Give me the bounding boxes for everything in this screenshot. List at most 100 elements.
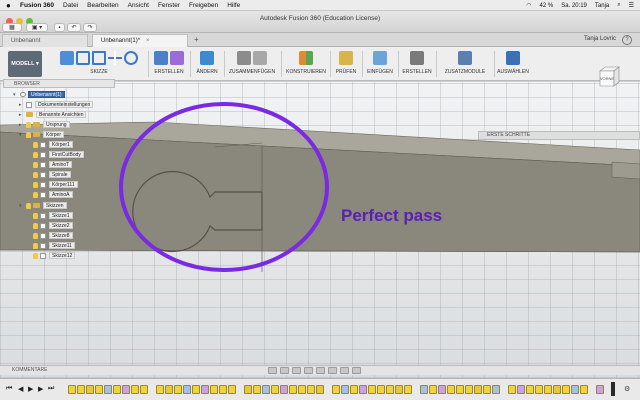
timeline-feature-icon[interactable]	[553, 385, 561, 394]
battery-level[interactable]: 42 %	[540, 3, 554, 9]
collapse-arrow-icon[interactable]: ▾	[13, 92, 18, 98]
timeline-feature-icon[interactable]	[456, 385, 464, 394]
getting-started-panel[interactable]: ERSTE SCHRITTE	[478, 131, 640, 140]
timeline-feature-icon[interactable]	[262, 385, 270, 394]
timeline-feature-icon[interactable]	[183, 385, 191, 394]
press-pull-icon[interactable]	[200, 51, 214, 65]
timeline-feature-icon[interactable]	[420, 385, 428, 394]
timeline-feature-icon[interactable]	[201, 385, 209, 394]
zoom-icon[interactable]	[304, 367, 313, 374]
timeline-end-icon[interactable]: ⏭	[48, 385, 54, 393]
ribbon-group-select[interactable]: AUSWÄHLEN	[496, 49, 530, 79]
spotlight-icon[interactable]: ⌕	[617, 2, 620, 9]
timeline-feature-icon[interactable]	[580, 385, 588, 394]
lightbulb-icon[interactable]	[33, 212, 38, 219]
timeline-feature-icon[interactable]	[508, 385, 516, 394]
viewports-icon[interactable]	[352, 367, 361, 374]
menu-hilfe[interactable]: Hilfe	[227, 2, 240, 9]
timeline-play-icon[interactable]: ▶	[28, 385, 33, 393]
undo-icon[interactable]: ↶	[67, 23, 81, 32]
menu-bearbeiten[interactable]: Bearbeiten	[87, 2, 118, 9]
menu-ansicht[interactable]: Ansicht	[128, 2, 149, 9]
timeline-feature-icon[interactable]	[104, 385, 112, 394]
timeline-feature-icon[interactable]	[341, 385, 349, 394]
timeline-feature-icon[interactable]	[596, 385, 604, 394]
expand-arrow-icon[interactable]: ▸	[19, 102, 24, 108]
timeline-feature-icon[interactable]	[253, 385, 261, 394]
lightbulb-icon[interactable]	[33, 191, 38, 198]
measure-icon[interactable]	[339, 51, 353, 65]
timeline-feature-icon[interactable]	[492, 385, 500, 394]
body-step[interactable]	[611, 161, 640, 180]
tree-item-sketch[interactable]: Skizze12	[33, 251, 76, 260]
timeline-feature-icon[interactable]	[429, 385, 437, 394]
lightbulb-icon[interactable]	[33, 252, 38, 259]
timeline-feature-icon[interactable]	[192, 385, 200, 394]
lightbulb-icon[interactable]	[26, 202, 31, 209]
timeline-feature-icon[interactable]	[77, 385, 85, 394]
timeline-back-icon[interactable]: ◀	[18, 385, 23, 393]
timeline-feature-icon[interactable]	[544, 385, 552, 394]
redo-icon[interactable]: ↷	[83, 23, 97, 32]
clock[interactable]: Sa. 20:19	[561, 3, 587, 9]
timeline-feature-icon[interactable]	[280, 385, 288, 394]
tree-item-body[interactable]: AminoT	[33, 160, 73, 169]
lightbulb-icon[interactable]	[33, 232, 38, 239]
tree-item-sketch[interactable]: Skizze8	[33, 231, 73, 240]
timeline-feature-icon[interactable]	[316, 385, 324, 394]
browser-header[interactable]: BROWSER	[3, 79, 115, 88]
timeline-feature-icon[interactable]	[517, 385, 525, 394]
timeline-feature-icon[interactable]	[307, 385, 315, 394]
menu-app[interactable]: Fusion 360	[20, 2, 54, 9]
lightbulb-icon[interactable]	[33, 181, 38, 188]
close-tab-icon[interactable]: ×	[146, 38, 150, 44]
lightbulb-icon[interactable]	[26, 121, 31, 128]
timeline-settings-icon[interactable]: ⚙	[624, 385, 630, 393]
collapse-arrow-icon[interactable]: ▾	[19, 203, 24, 209]
timeline-feature-icon[interactable]	[474, 385, 482, 394]
view-cube-icon[interactable]: VORNE	[596, 64, 622, 90]
lightbulb-icon[interactable]	[33, 141, 38, 148]
tree-item-sketch[interactable]: Skizze1	[33, 211, 73, 220]
user-account[interactable]: Tanja Lovric	[584, 36, 616, 42]
ribbon-group-inspect[interactable]: PRÜFEN	[333, 49, 359, 79]
extrude-icon[interactable]	[154, 51, 168, 65]
timeline-feature-icon[interactable]	[368, 385, 376, 394]
ribbon-group-make[interactable]: ERSTELLEN	[401, 49, 433, 79]
new-tab-icon[interactable]: +	[194, 35, 199, 44]
lightbulb-icon[interactable]	[33, 151, 38, 158]
expand-arrow-icon[interactable]: ▸	[19, 122, 24, 128]
tree-item-bodies[interactable]: ▾ Körper	[19, 130, 65, 139]
timeline-feature-icon[interactable]	[526, 385, 534, 394]
tree-item-root[interactable]: ▾ Unbenannt(1)	[13, 90, 65, 99]
circle-icon[interactable]	[124, 51, 138, 65]
ribbon-group-insert[interactable]: EINFÜGEN	[365, 49, 395, 79]
lightbulb-icon[interactable]	[33, 222, 38, 229]
timeline-forward-icon[interactable]: ▶	[38, 385, 43, 393]
apple-menu-icon[interactable]: ●	[6, 1, 14, 10]
file-menu-button[interactable]: ▣ ▾	[26, 23, 48, 32]
menu-fenster[interactable]: Fenster	[158, 2, 180, 9]
insert-image-icon[interactable]	[373, 51, 387, 65]
timeline-feature-icon[interactable]	[350, 385, 358, 394]
timeline-feature-icon[interactable]	[244, 385, 252, 394]
tab-unbenannt-1[interactable]: Unbenannt(1)* ×	[92, 34, 188, 47]
timeline-feature-icon[interactable]	[122, 385, 130, 394]
timeline-feature-icon[interactable]	[386, 385, 394, 394]
timeline-feature-icon[interactable]	[131, 385, 139, 394]
sketch-icon[interactable]	[60, 51, 74, 65]
timeline-feature-icon[interactable]	[298, 385, 306, 394]
tree-item-sketch[interactable]: Skizze2	[33, 221, 73, 230]
scripts-icon[interactable]	[458, 51, 472, 65]
list-icon[interactable]: ☰	[629, 2, 634, 9]
wifi-icon[interactable]: ◠	[526, 2, 531, 9]
timeline-feature-icon[interactable]	[86, 385, 94, 394]
tree-item-body[interactable]: Körper1	[33, 140, 73, 149]
timeline-feature-icon[interactable]	[219, 385, 227, 394]
tree-item-body[interactable]: AminoA	[33, 190, 73, 199]
timeline-start-icon[interactable]: ⏮	[6, 385, 12, 393]
tree-item-body[interactable]: FirstCutBody	[33, 150, 84, 159]
tree-item-sketches[interactable]: ▾ Skizzen	[19, 201, 67, 210]
rectangle-icon[interactable]	[92, 51, 106, 65]
plane-icon[interactable]	[299, 51, 313, 65]
